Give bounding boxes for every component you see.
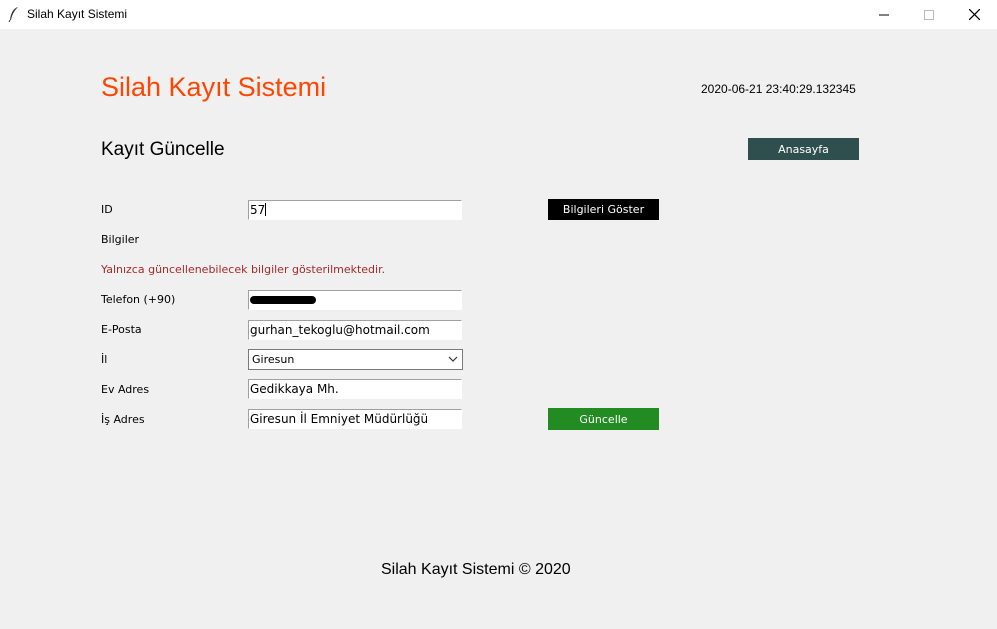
redacted-phone-value [250, 296, 316, 304]
window-titlebar: Silah Kayıt Sistemi [0, 0, 997, 29]
page-title: Kayıt Güncelle [101, 139, 225, 160]
notice-text: Yalnızca güncellenebilecek bilgiler göst… [101, 263, 386, 276]
window-title: Silah Kayıt Sistemi [27, 7, 128, 21]
text-caret [265, 203, 267, 216]
phone-label: Telefon (+90) [101, 293, 176, 306]
work-address-input[interactable]: Giresun İl Emniyet Müdürlüğü [248, 409, 462, 429]
id-label: ID [101, 203, 113, 216]
home-button[interactable]: Anasayfa [748, 138, 859, 160]
app-title: Silah Kayıt Sistemi [101, 72, 327, 102]
work-address-label: İş Adres [101, 413, 145, 426]
feather-icon [8, 7, 18, 22]
minimize-button[interactable] [861, 0, 907, 29]
city-label: İl [101, 353, 108, 366]
update-button[interactable]: Güncelle [548, 408, 659, 430]
info-label: Bilgiler [101, 233, 140, 246]
city-select[interactable]: Giresun [248, 349, 463, 370]
show-info-button[interactable]: Bilgileri Göster [548, 199, 659, 220]
phone-input[interactable] [248, 290, 462, 310]
maximize-icon [924, 9, 934, 20]
email-input[interactable]: gurhan_tekoglu@hotmail.com [248, 320, 462, 340]
id-input[interactable]: 57 [248, 200, 462, 220]
home-address-label: Ev Adres [101, 383, 150, 396]
id-input-value: 57 [250, 203, 266, 217]
home-address-input[interactable]: Gedikkaya Mh. [248, 379, 462, 399]
minimize-icon [879, 14, 889, 15]
maximize-button[interactable] [906, 0, 952, 29]
footer-text: Silah Kayıt Sistemi © 2020 [381, 561, 571, 578]
chevron-down-icon [448, 356, 458, 362]
city-select-value: Giresun [252, 353, 295, 366]
timestamp: 2020-06-21 23:40:29.132345 [701, 82, 856, 96]
close-button[interactable] [951, 0, 997, 29]
close-icon [968, 9, 980, 20]
email-label: E-Posta [101, 323, 142, 336]
